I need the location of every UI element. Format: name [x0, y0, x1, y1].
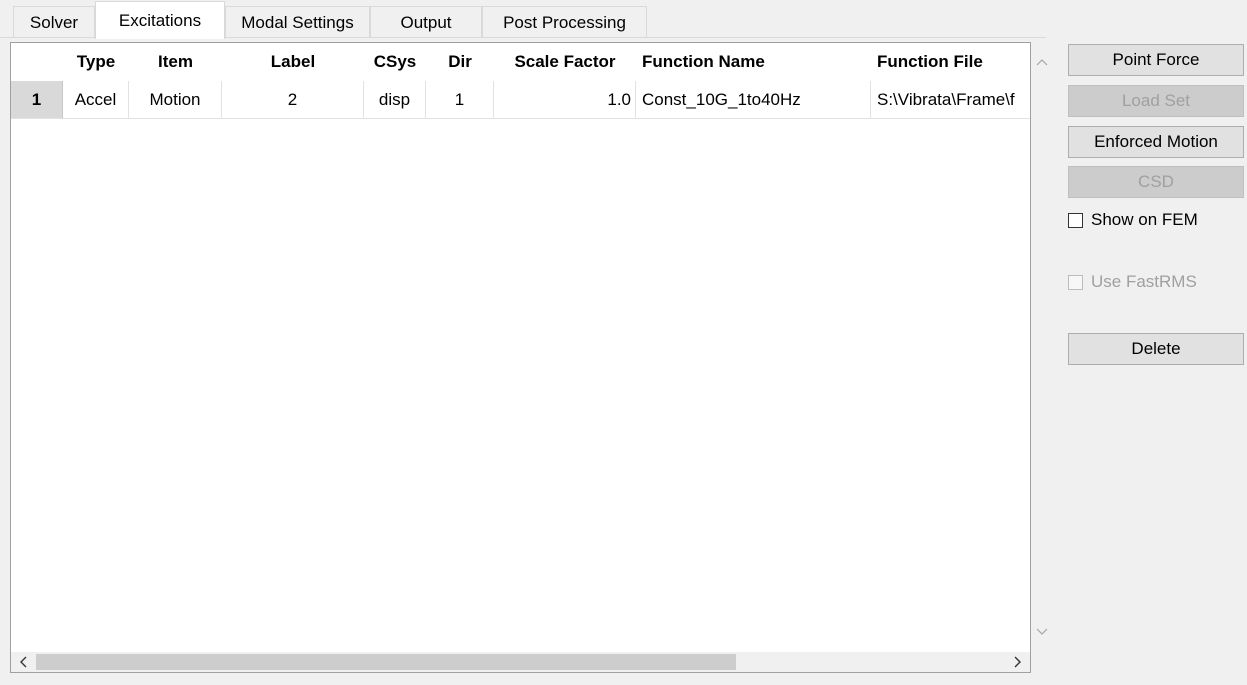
- tab-label: Output: [400, 12, 452, 32]
- csd-button[interactable]: CSD: [1068, 166, 1244, 198]
- checkbox-box[interactable]: [1068, 212, 1083, 228]
- tab-label: Solver: [29, 12, 79, 32]
- use-fastrms-label: Use FastRMS: [1091, 272, 1197, 291]
- tab-solver[interactable]: Solver: [13, 6, 95, 38]
- grid-header: Type Item Label CSys Dir Scale Factor Fu…: [11, 43, 1030, 81]
- excitations-grid[interactable]: Type Item Label CSys Dir Scale Factor Fu…: [10, 42, 1031, 673]
- cell-dir[interactable]: 1: [426, 81, 494, 119]
- tab-post-processing[interactable]: Post Processing: [482, 6, 647, 38]
- tab-label: Modal Settings: [241, 12, 354, 32]
- chevron-left-icon[interactable]: [11, 652, 35, 672]
- horizontal-scroll-thumb[interactable]: [36, 654, 736, 670]
- cell-label[interactable]: 2: [222, 81, 364, 119]
- column-header-type[interactable]: Type: [63, 43, 129, 81]
- cell-item[interactable]: Motion: [129, 81, 222, 119]
- row-number[interactable]: 1: [11, 81, 63, 119]
- checkbox-box[interactable]: [1068, 274, 1083, 290]
- tab-label: Excitations: [118, 10, 202, 30]
- show-on-fem-checkbox[interactable]: Show on FEM: [1068, 208, 1198, 232]
- cell-csys[interactable]: disp: [364, 81, 426, 119]
- column-header-scale-factor[interactable]: Scale Factor: [494, 43, 636, 81]
- horizontal-scrollbar[interactable]: [11, 652, 1030, 672]
- tab-label: Post Processing: [503, 12, 626, 32]
- cell-scale-factor[interactable]: 1.0: [494, 81, 636, 119]
- cell-function-name[interactable]: Const_10G_1to40Hz: [636, 81, 871, 119]
- column-header-dir[interactable]: Dir: [426, 43, 494, 81]
- chevron-down-icon[interactable]: [1032, 622, 1052, 642]
- show-on-fem-label: Show on FEM: [1091, 210, 1198, 229]
- corner-header: [11, 43, 63, 81]
- column-header-function-name[interactable]: Function Name: [636, 43, 871, 81]
- enforced-motion-button[interactable]: Enforced Motion: [1068, 126, 1244, 158]
- cell-function-file[interactable]: S:\Vibrata\Frame\f: [871, 81, 1030, 119]
- use-fastrms-checkbox[interactable]: Use FastRMS: [1068, 270, 1197, 294]
- delete-button[interactable]: Delete: [1068, 333, 1244, 365]
- tab-modal-settings[interactable]: Modal Settings: [225, 6, 370, 38]
- chevron-right-icon[interactable]: [1006, 652, 1030, 672]
- cell-type[interactable]: Accel: [63, 81, 129, 119]
- point-force-button[interactable]: Point Force: [1068, 44, 1244, 76]
- tab-strip: Solver Excitations Modal Settings Output…: [0, 0, 1247, 39]
- chevron-up-icon[interactable]: [1032, 52, 1052, 72]
- table-row[interactable]: 1 Accel Motion 2 disp 1 1.0 Const_10G_1t…: [11, 81, 1030, 119]
- column-header-item[interactable]: Item: [129, 43, 222, 81]
- column-header-label[interactable]: Label: [222, 43, 364, 81]
- load-set-button[interactable]: Load Set: [1068, 85, 1244, 117]
- column-header-csys[interactable]: CSys: [364, 43, 426, 81]
- column-header-function-file[interactable]: Function File: [871, 43, 1031, 81]
- tab-excitations[interactable]: Excitations: [95, 1, 225, 39]
- tab-output[interactable]: Output: [370, 6, 482, 38]
